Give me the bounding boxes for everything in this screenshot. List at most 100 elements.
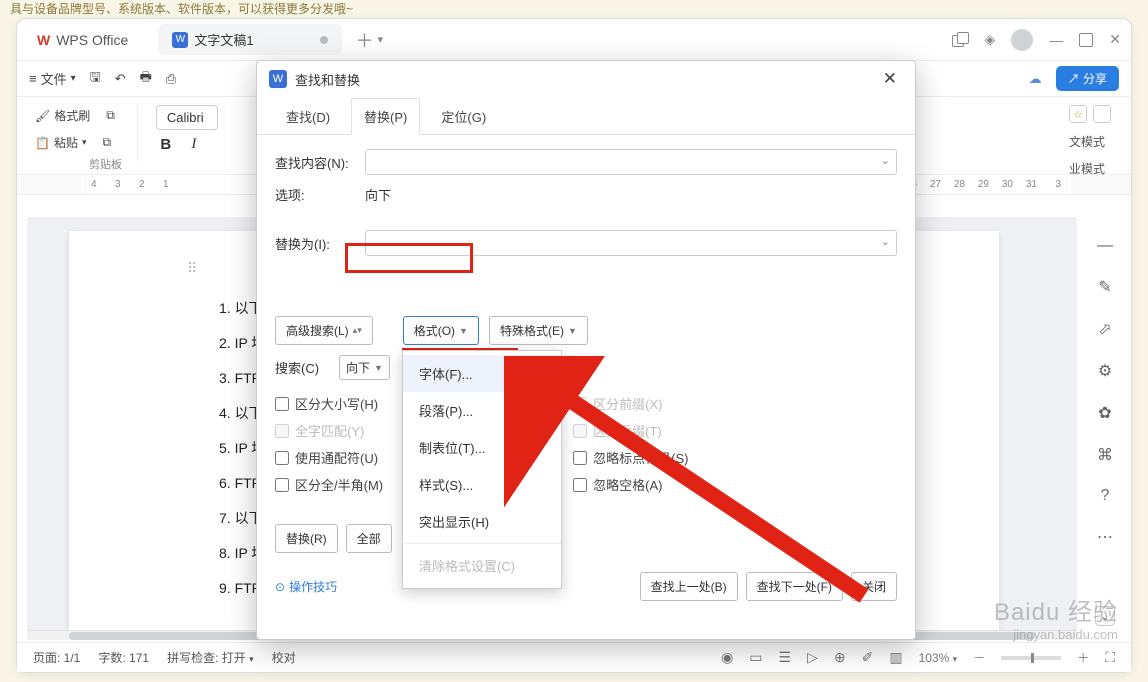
zoom-level[interactable]: 103% ▾ [919,651,958,665]
print-icon[interactable]: 🖶 [140,68,152,90]
opt-wildcard[interactable]: 使用通配符(U) [275,448,383,467]
spell-status[interactable]: 拼写检查: 打开 ▾ [167,649,254,666]
pen-icon[interactable]: ✎ [1098,277,1111,297]
dialog-body: 查找内容(N): ⌄ 选项: 向下 替换为(I): ⌄ 高级搜索(L) ▴▾ 格… [257,135,915,615]
proof-status[interactable]: 校对 [272,649,296,666]
find-prev-button[interactable]: 查找上一处(B) [640,572,738,601]
menu-paragraph[interactable]: 段落(P)... [403,392,561,429]
menu-highlight[interactable]: 突出显示(H) [403,503,561,540]
dialog-close-button[interactable]: ✕ [877,67,903,91]
tab-find[interactable]: 查找(D) [273,98,343,135]
format-brush-button[interactable]: 🖌 格式刷 [31,105,94,126]
page-status[interactable]: 页面: 1/1 [33,649,80,666]
font-select[interactable]: Calibri [156,105,218,130]
new-tab-button[interactable]: ＋ ▾ [356,27,384,53]
app-name: WPS Office [56,32,128,48]
opt-space[interactable]: 忽略空格(A) [573,475,688,494]
menu-tabstop[interactable]: 制表位(T)... [403,429,561,466]
opt-punct[interactable]: 忽略标点符号(S) [573,448,688,467]
settings-icon[interactable]: ⚙ [1098,361,1112,381]
find-next-button[interactable]: 查找下一处(F) [746,572,843,601]
edit-icon[interactable]: ✐ [862,649,874,666]
special-format-button[interactable]: 特殊格式(E) ▼ [489,316,588,345]
opt-prefix: 区分前缀(X) [573,394,688,413]
play-circle-icon: ⊙ [275,580,285,594]
italic-button[interactable]: I [184,136,204,153]
wps-logo-icon: W [37,32,50,48]
eye-icon[interactable]: ◉ [721,649,733,666]
copy-icon[interactable]: ⧉ [102,106,119,125]
close-window-button[interactable]: ✕ [1109,31,1121,48]
bold-button[interactable]: B [156,136,176,153]
close-button[interactable]: 关闭 [851,572,897,601]
hint-banner: 具与设备品牌型号、系统版本、软件版本，可以获得更多分发哦~ [10,0,570,16]
chevron-down-icon[interactable]: ⌄ [881,154,890,167]
advanced-search-button[interactable]: 高级搜索(L) ▴▾ [275,316,373,345]
link-icon[interactable]: ⌘ [1097,445,1113,465]
layout-icon[interactable]: ▥ [889,649,902,666]
zoom-in-icon[interactable]: ＋ [1077,649,1089,666]
menu-clear-format: 清除格式设置(C) [403,547,561,584]
save-icon[interactable]: 🖫 [90,68,101,90]
statusbar: 页面: 1/1 字数: 171 拼写检查: 打开 ▾ 校对 ◉ ▭ ☰ ▷ ⊕ … [17,642,1131,672]
maximize-button[interactable] [1079,33,1093,47]
zoom-slider[interactable] [1001,656,1061,660]
opt-width[interactable]: 区分全/半角(M) [275,475,383,494]
web-icon[interactable]: ⊕ [834,649,846,666]
cursor-icon[interactable]: ⬀ [1098,319,1111,339]
menu-style[interactable]: 样式(S)... [403,466,561,503]
star-icon[interactable]: ☆ [1069,105,1087,123]
user-avatar[interactable] [1011,29,1033,51]
cube-icon[interactable]: ◈ [984,31,995,48]
titlebar: W WPS Office W 文字文稿1 ＋ ▾ ◈ — ✕ [17,19,1131,61]
tab-goto[interactable]: 定位(G) [428,98,499,135]
leaf-icon[interactable]: ✿ [1098,403,1111,423]
share-button[interactable]: ↗ 分享 [1056,66,1119,91]
replace-button[interactable]: 替换(R) [275,524,338,553]
tab-replace[interactable]: 替换(P) [351,98,420,135]
opt-case[interactable]: 区分大小写(H) [275,394,383,413]
options-label: 选项: [275,185,355,204]
multi-window-icon[interactable] [952,32,968,48]
play-icon[interactable]: ▷ [807,649,818,666]
undo-icon[interactable]: ↶ [115,71,126,87]
paste-button[interactable]: 📋 粘贴 ▾ [31,132,91,153]
format-button[interactable]: 格式(O) ▼ [403,316,479,345]
doc-tab-label: 文字文稿1 [194,30,253,49]
mode-text[interactable]: 文模式 [1069,133,1111,150]
window-controls: ◈ — ✕ [952,29,1121,51]
tips-link[interactable]: ⊙操作技巧 [275,578,337,595]
drag-handle-icon[interactable]: ⠿ [187,251,197,286]
help-icon[interactable]: ? [1101,487,1110,505]
fullscreen-icon[interactable]: ⛶ [1105,649,1115,666]
search-direction-select[interactable]: 向下 ▼ [339,355,390,380]
doc-icon: W [172,32,188,48]
outline-icon[interactable]: ☰ [779,649,792,666]
dialog-title: 查找和替换 [295,70,360,89]
rail-minimize-icon[interactable]: — [1097,237,1113,255]
cloud-upload-icon[interactable]: ☁ [1029,71,1042,87]
more-icon[interactable]: ⋯ [1097,527,1113,547]
dialog-tabs: 查找(D) 替换(P) 定位(G) [257,97,915,135]
doc-icon: W [269,70,287,88]
document-tab[interactable]: W 文字文稿1 [158,24,341,55]
find-replace-dialog: W 查找和替换 ✕ 查找(D) 替换(P) 定位(G) 查找内容(N): ⌄ 选… [256,60,916,640]
preview-icon[interactable]: ⎙ [166,71,176,87]
minimize-button[interactable]: — [1049,32,1063,48]
opt-whole: 全字匹配(Y) [275,421,383,440]
find-content-input[interactable]: ⌄ [365,149,897,175]
page-view-icon[interactable]: ▭ [749,649,762,666]
box-icon[interactable] [1093,105,1111,123]
menu-font[interactable]: 字体(F)... [403,355,561,392]
options-value: 向下 [365,185,391,204]
watermark: Baidu 经验 jingyan.baidu.com [994,592,1118,642]
file-menu[interactable]: ≡ 文件 ▾ [29,69,76,88]
format-dropdown-menu: 字体(F)... 段落(P)... 制表位(T)... 样式(S)... 突出显… [402,350,562,589]
clipboard-extra-icon[interactable]: ⧉ [99,133,116,152]
replace-with-input[interactable]: ⌄ [365,230,897,256]
chevron-down-icon[interactable]: ⌄ [881,235,890,248]
word-count[interactable]: 字数: 171 [98,649,149,666]
zoom-out-icon[interactable]: － [973,649,985,666]
tab-close-dot[interactable] [320,36,328,44]
replace-all-button[interactable]: 全部 [346,524,392,553]
